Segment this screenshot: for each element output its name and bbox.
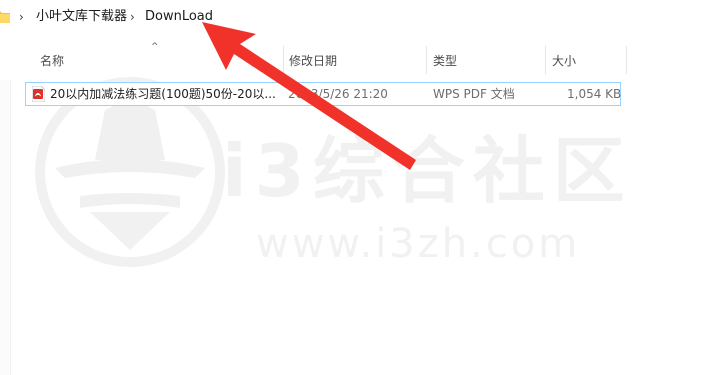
file-size: 1,054 KB xyxy=(567,87,622,101)
file-type: WPS PDF 文档 xyxy=(433,87,515,101)
navigation-pane-edge xyxy=(0,80,11,375)
breadcrumb: › 小叶文库下载器 › DownLoad xyxy=(0,0,713,36)
column-divider[interactable] xyxy=(626,46,627,74)
folder-icon xyxy=(0,11,10,23)
column-size[interactable]: 大小 xyxy=(552,44,576,74)
watermark-url: www.i3zh.com xyxy=(256,221,581,267)
breadcrumb-item-xiaoye[interactable]: 小叶文库下载器 xyxy=(36,8,127,26)
pdf-file-icon xyxy=(32,86,45,102)
column-divider[interactable] xyxy=(426,46,427,74)
table-row[interactable]: 20以内加减法练习题(100题)50份-20以... 2023/5/26 21:… xyxy=(25,82,621,106)
watermark-title: i3综合社区 xyxy=(222,129,633,213)
file-name[interactable]: 20以内加减法练习题(100题)50份-20以... xyxy=(50,83,276,105)
column-name[interactable]: 名称 xyxy=(40,44,64,74)
file-explorer-window: i3综合社区 www.i3zh.com › 小叶文库下载器 › DownLoad… xyxy=(0,0,713,375)
column-divider[interactable] xyxy=(545,46,546,74)
chevron-right-icon[interactable]: › xyxy=(130,9,135,25)
chevron-right-icon[interactable]: › xyxy=(19,9,24,25)
column-type[interactable]: 类型 xyxy=(433,44,457,74)
column-divider[interactable] xyxy=(283,46,284,74)
breadcrumb-item-download[interactable]: DownLoad xyxy=(145,8,213,26)
file-modified: 2023/5/26 21:20 xyxy=(288,87,388,101)
column-header: 名称 修改日期 类型 大小 xyxy=(0,44,713,74)
column-modified[interactable]: 修改日期 xyxy=(289,44,337,74)
